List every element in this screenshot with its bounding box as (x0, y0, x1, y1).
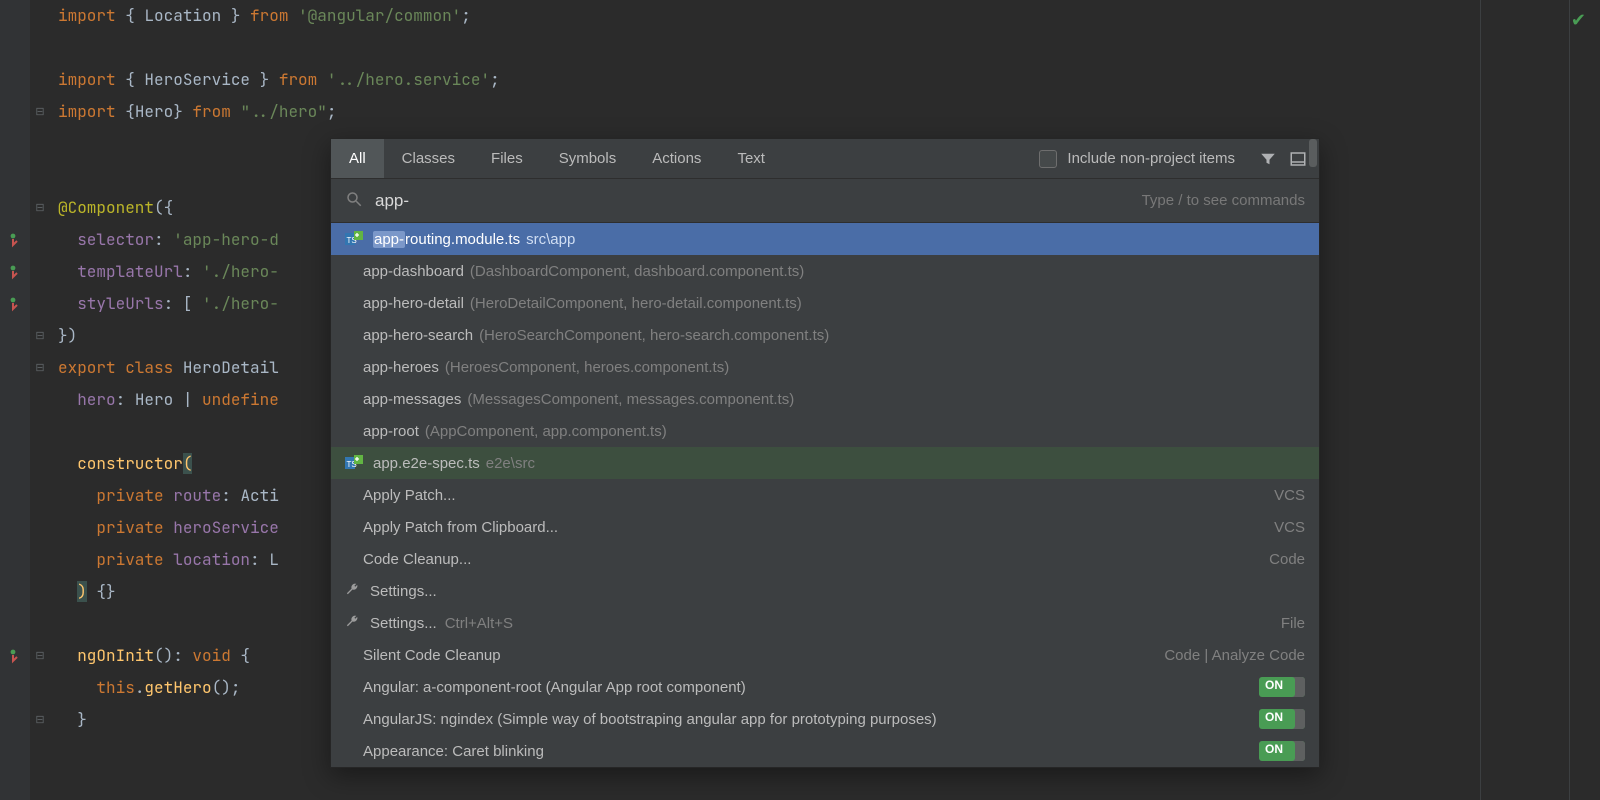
gutter-implements-icon[interactable] (4, 232, 22, 250)
setting-toggle[interactable] (1259, 709, 1305, 729)
result-label: Apply Patch from Clipboard... (363, 519, 558, 536)
gutter-implements-icon[interactable] (4, 648, 22, 666)
ts-file-icon: TS (345, 455, 363, 471)
search-result-row[interactable]: Settings... (331, 575, 1319, 607)
result-group: VCS (1274, 487, 1305, 504)
result-label: app-root (363, 423, 419, 440)
result-label: Settings... (370, 615, 437, 632)
result-group: Code | Analyze Code (1164, 647, 1305, 664)
result-label: app-heroes (363, 359, 439, 376)
search-tab-text[interactable]: Text (719, 139, 783, 178)
result-context: (HeroDetailComponent, hero-detail.compon… (470, 295, 802, 312)
code-line[interactable]: import { Location } from '@angular/commo… (58, 0, 1600, 32)
result-label: Code Cleanup... (363, 551, 471, 568)
search-bar: Type / to see commands (331, 179, 1319, 223)
search-tab-classes[interactable]: Classes (384, 139, 473, 178)
editor-gutter (0, 0, 30, 800)
wrench-icon (345, 614, 360, 633)
result-group: Code (1269, 551, 1305, 568)
search-result-row[interactable]: app-hero-search (HeroSearchComponent, he… (331, 319, 1319, 351)
result-label: Silent Code Cleanup (363, 647, 501, 664)
code-line[interactable]: import { HeroService } from '../hero.ser… (58, 64, 1600, 96)
result-context: (AppComponent, app.component.ts) (425, 423, 667, 440)
fold-toggle[interactable]: ⊟ (34, 330, 46, 342)
search-result-row[interactable]: TS app-routing.module.ts src\app (331, 223, 1319, 255)
result-shortcut: Ctrl+Alt+S (445, 615, 513, 632)
filter-icon[interactable] (1257, 148, 1279, 170)
search-everywhere-popup: AllClassesFilesSymbolsActionsText Includ… (330, 138, 1320, 768)
include-nonproject-label: Include non-project items (1067, 150, 1235, 167)
search-tab-actions[interactable]: Actions (634, 139, 719, 178)
search-results: TS app-routing.module.ts src\app app-dashb… (331, 223, 1319, 767)
search-result-row[interactable]: Apply Patch... VCS (331, 479, 1319, 511)
search-result-row[interactable]: Angular: a-component-root (Angular App r… (331, 671, 1319, 703)
result-label: app.e2e-spec.ts (373, 455, 480, 472)
search-input[interactable] (375, 191, 1142, 211)
search-tab-all[interactable]: All (331, 139, 384, 178)
result-group: File (1281, 615, 1305, 632)
code-line[interactable]: import {Hero} from "../hero"; (58, 96, 1600, 128)
gutter-implements-icon[interactable] (4, 264, 22, 282)
search-result-row[interactable]: Code Cleanup... Code (331, 543, 1319, 575)
gutter-implements-icon[interactable] (4, 296, 22, 314)
result-label: Apply Patch... (363, 487, 456, 504)
search-hint: Type / to see commands (1142, 192, 1305, 209)
result-context: (HeroesComponent, heroes.component.ts) (445, 359, 729, 376)
result-context: (HeroSearchComponent, hero-search.compon… (479, 327, 829, 344)
fold-toggle[interactable]: ⊟ (34, 362, 46, 374)
result-label: app-hero-search (363, 327, 473, 344)
result-context: (DashboardComponent, dashboard.component… (470, 263, 804, 280)
fold-toggle[interactable]: ⊟ (34, 202, 46, 214)
setting-toggle[interactable] (1259, 741, 1305, 761)
search-result-row[interactable]: app-heroes (HeroesComponent, heroes.comp… (331, 351, 1319, 383)
result-label: Settings... (370, 583, 437, 600)
open-in-tool-window-icon[interactable] (1287, 148, 1309, 170)
fold-toggle[interactable] (34, 586, 46, 598)
result-label: app-messages (363, 391, 461, 408)
result-label: app-hero-detail (363, 295, 464, 312)
result-group: VCS (1274, 519, 1305, 536)
search-result-row[interactable]: app-hero-detail (HeroDetailComponent, he… (331, 287, 1319, 319)
result-label: app-dashboard (363, 263, 464, 280)
fold-toggle[interactable]: ⊟ (34, 106, 46, 118)
fold-toggle[interactable] (34, 458, 46, 470)
result-label: app-routing.module.ts (373, 231, 520, 248)
search-result-row[interactable]: TS app.e2e-spec.ts e2e\src (331, 447, 1319, 479)
fold-toggle[interactable]: ⊟ (34, 714, 46, 726)
result-label: AngularJS: ngindex (Simple way of bootst… (363, 711, 937, 728)
result-label: Appearance: Caret blinking (363, 743, 544, 760)
search-tab-symbols[interactable]: Symbols (541, 139, 635, 178)
right-gutter: ✔ (1480, 0, 1600, 800)
result-context: e2e\src (486, 455, 535, 472)
right-gutter-divider (1569, 0, 1570, 800)
search-result-row[interactable]: Appearance: Caret blinking (331, 735, 1319, 767)
fold-column: ⊟ ⊟ ⊟ ⊟ ⊟ ⊟ (30, 0, 52, 800)
setting-toggle[interactable] (1259, 677, 1305, 697)
search-result-row[interactable]: AngularJS: ngindex (Simple way of bootst… (331, 703, 1319, 735)
include-nonproject-checkbox[interactable] (1039, 150, 1057, 168)
result-context: src\app (526, 231, 575, 248)
fold-toggle[interactable]: ⊟ (34, 650, 46, 662)
result-context: (MessagesComponent, messages.component.t… (467, 391, 794, 408)
search-result-row[interactable]: Silent Code Cleanup Code | Analyze Code (331, 639, 1319, 671)
search-tab-files[interactable]: Files (473, 139, 541, 178)
search-result-row[interactable]: Settings... Ctrl+Alt+S File (331, 607, 1319, 639)
search-result-row[interactable]: app-root (AppComponent, app.component.ts… (331, 415, 1319, 447)
code-line[interactable] (58, 32, 1600, 64)
search-result-row[interactable]: app-messages (MessagesComponent, message… (331, 383, 1319, 415)
ts-file-icon: TS (345, 231, 363, 247)
inspection-ok-icon[interactable]: ✔ (1571, 10, 1586, 31)
search-result-row[interactable]: Apply Patch from Clipboard... VCS (331, 511, 1319, 543)
search-tabs: AllClassesFilesSymbolsActionsText Includ… (331, 139, 1319, 179)
search-result-row[interactable]: app-dashboard (DashboardComponent, dashb… (331, 255, 1319, 287)
search-icon (345, 190, 363, 212)
wrench-icon (345, 582, 360, 601)
result-label: Angular: a-component-root (Angular App r… (363, 679, 746, 696)
